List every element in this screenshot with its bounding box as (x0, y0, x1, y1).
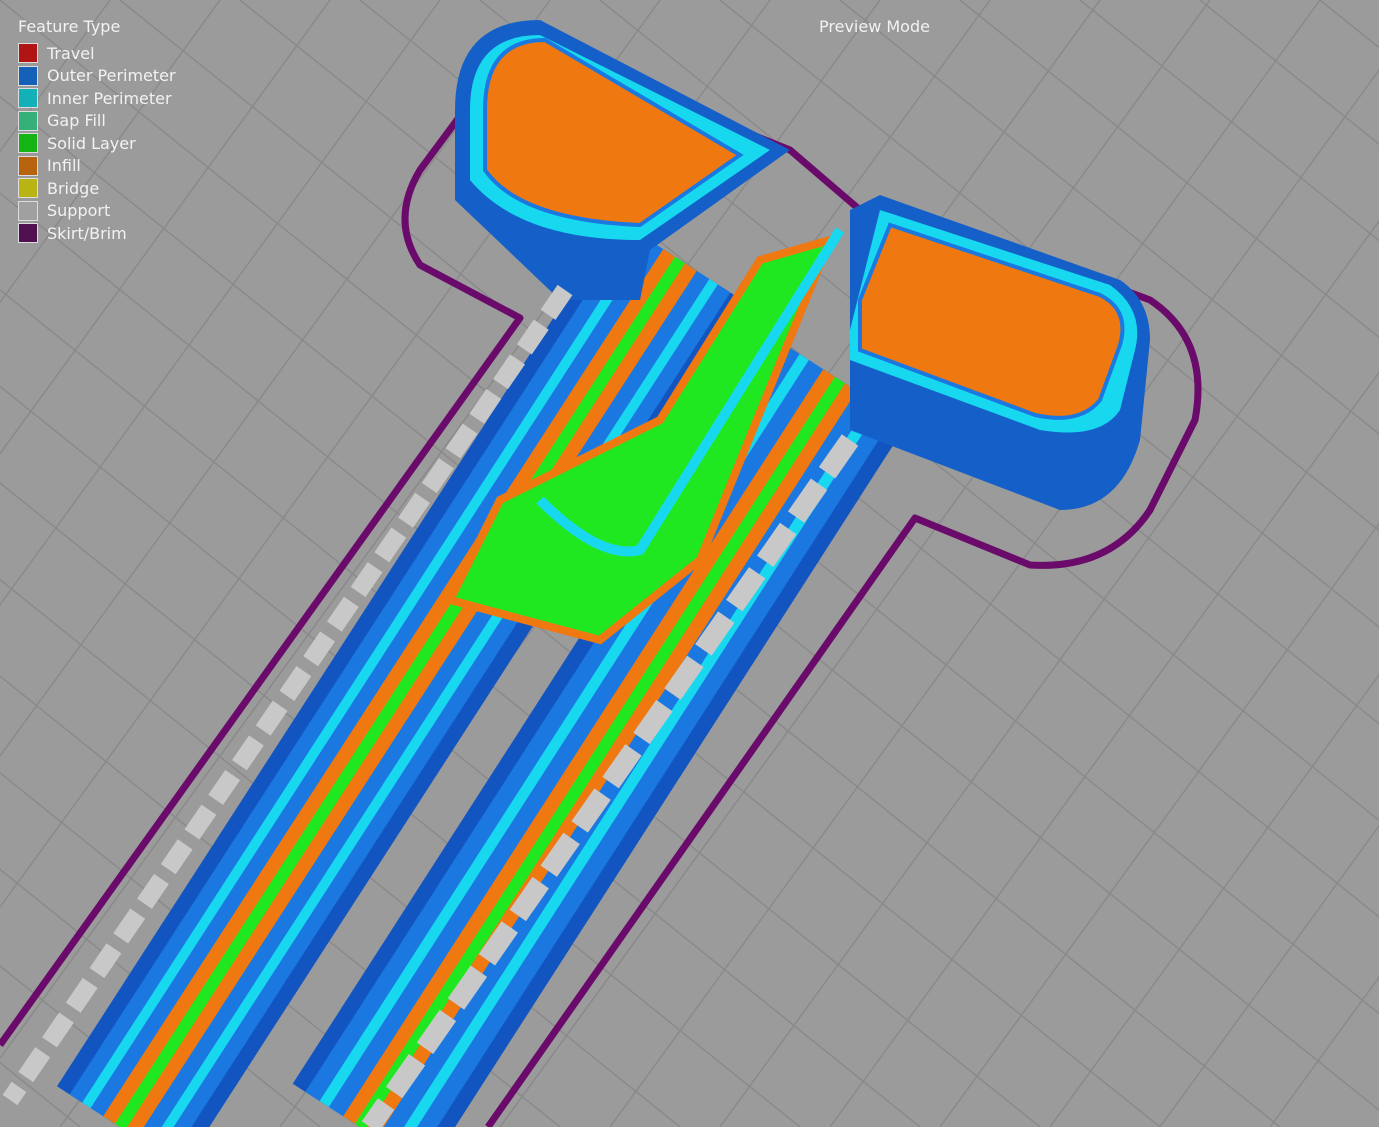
grid-line (1079, 0, 1379, 242)
3d-preview-viewport[interactable] (0, 0, 1379, 1127)
right-pad (850, 195, 1150, 510)
legend-label: Skirt/Brim (47, 223, 127, 243)
legend-label: Travel (47, 43, 95, 63)
legend-item: Bridge (18, 177, 176, 200)
legend-item: Inner Perimeter (18, 87, 176, 110)
left-pad (455, 20, 790, 300)
grid-line (1269, 975, 1379, 1127)
legend-item: Gap Fill (18, 110, 176, 133)
legend-label: Gap Fill (47, 111, 106, 131)
legend-swatch (18, 200, 38, 221)
grid-line (829, 371, 1379, 1127)
grid-line (1049, 673, 1379, 1127)
legend-swatch (18, 133, 38, 154)
legend-label: Inner Perimeter (47, 88, 172, 108)
legend-item: Travel (18, 42, 176, 65)
legend-swatch (18, 43, 38, 64)
legend-item: Solid Layer (18, 132, 176, 155)
legend-item: Infill (18, 155, 176, 178)
legend-item: Support (18, 200, 176, 223)
grid-line (839, 0, 1379, 435)
legend-item: Outer Perimeter (18, 65, 176, 88)
legend-label: Infill (47, 156, 81, 176)
legend-swatch (18, 223, 38, 244)
legend-swatch (18, 88, 38, 109)
legend-label: Outer Perimeter (47, 66, 176, 86)
preview-mode-label: Preview Mode (819, 17, 930, 36)
legend-swatch (18, 155, 38, 176)
legend-label: Bridge (47, 178, 100, 198)
legend-label: Support (47, 201, 111, 221)
legend-label: Solid Layer (47, 133, 136, 153)
feature-type-legend: Feature Type Travel Outer Perimeter Inner … (18, 17, 176, 245)
legend-swatch (18, 110, 38, 131)
legend-title: Feature Type (18, 17, 121, 36)
legend-item: Skirt/Brim (18, 222, 176, 245)
grid-line (1159, 824, 1379, 1127)
grid-line (939, 522, 1379, 1127)
legend-swatch (18, 178, 38, 199)
legend-swatch (18, 65, 38, 86)
